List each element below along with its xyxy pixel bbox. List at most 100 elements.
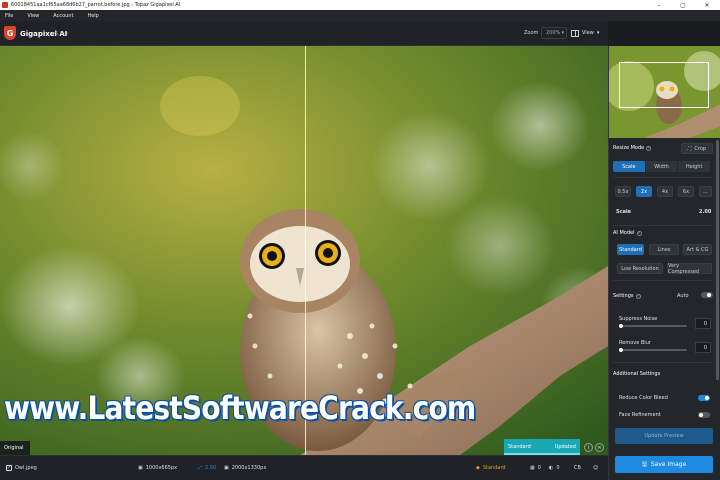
noise-count: ▦ 0 bbox=[530, 465, 541, 471]
reduce-color-bleed-label: Reduce Color Bleed bbox=[619, 395, 668, 401]
info-icon[interactable]: i bbox=[584, 443, 593, 452]
additional-settings-title: Additional Settings bbox=[613, 371, 661, 377]
model-low-resolution[interactable]: Low Resolution bbox=[617, 263, 663, 274]
face-icon: ☺ bbox=[593, 465, 599, 471]
close-circle-icon[interactable]: ✕ bbox=[595, 443, 604, 452]
model-standard[interactable]: Standard bbox=[617, 244, 644, 255]
cb-text: CB bbox=[574, 465, 581, 471]
scale-4x[interactable]: 4x bbox=[657, 186, 673, 197]
model-text: Standard bbox=[482, 465, 506, 471]
scale-label: Scale bbox=[616, 209, 632, 215]
scale-value[interactable]: 2.00 bbox=[699, 209, 711, 215]
compare-right-label: Updated bbox=[554, 444, 576, 450]
split-view-icon bbox=[571, 29, 579, 37]
suppress-noise-slider[interactable] bbox=[619, 324, 687, 328]
update-preview-button[interactable]: Update Preview bbox=[615, 428, 713, 444]
divider bbox=[613, 280, 711, 281]
model-lines[interactable]: Lines bbox=[649, 244, 679, 255]
resize-tabs: Scale Width Height bbox=[613, 161, 711, 172]
remove-blur-label: Remove Blur bbox=[619, 340, 651, 346]
resize-mode-label: Resize Mode bbox=[613, 145, 645, 151]
ai-model-title: AI Model ? bbox=[613, 230, 642, 236]
expand-icon: ⤢ bbox=[198, 465, 203, 471]
output-size: ▣ 2000x1330px bbox=[224, 465, 266, 471]
model-indicator: ◆ Standard bbox=[476, 465, 506, 471]
count-b-text: 0 bbox=[556, 465, 560, 471]
scale-2x[interactable]: 2x bbox=[636, 186, 652, 197]
watermark-text: www.LatestSoftwareCrack.com bbox=[4, 389, 476, 427]
chevron-down-icon: ▾ bbox=[561, 30, 564, 36]
file-name: Owl.jpeg bbox=[15, 465, 37, 471]
save-image-label: Save Image bbox=[650, 461, 687, 468]
menu-file[interactable]: File bbox=[5, 13, 13, 19]
zoom-label: Zoom bbox=[524, 30, 539, 36]
navigator-thumbnail[interactable] bbox=[609, 46, 720, 138]
scale-text: 2.00 bbox=[205, 465, 217, 471]
window-title: 60018451aa1cf65aa68d6b27_parrot.before.j… bbox=[11, 2, 181, 8]
checkbox-icon[interactable]: ✓ bbox=[6, 465, 12, 471]
sidebar-scrollbar[interactable] bbox=[716, 140, 719, 380]
compare-panel[interactable]: Standard Updated bbox=[504, 439, 580, 455]
noise-icon: ▦ bbox=[530, 465, 535, 471]
input-size: ▣ 1000x665px bbox=[138, 465, 177, 471]
tab-scale[interactable]: Scale bbox=[613, 161, 646, 172]
original-label: Original bbox=[0, 441, 30, 455]
face-refinement-toggle[interactable] bbox=[698, 412, 710, 418]
app-small-icon bbox=[2, 2, 8, 8]
menu-view[interactable]: View bbox=[27, 13, 39, 19]
tab-height[interactable]: Height bbox=[678, 161, 711, 172]
image-canvas[interactable]: www.LatestSoftwareCrack.com Original Sta… bbox=[0, 46, 608, 455]
minimize-button[interactable]: – bbox=[650, 0, 668, 10]
help-icon[interactable]: ? bbox=[646, 145, 652, 151]
image-icon: ▣ bbox=[224, 465, 229, 471]
remove-blur-slider[interactable] bbox=[619, 348, 687, 352]
image-icon: ▣ bbox=[138, 465, 143, 471]
ai-model-label: AI Model bbox=[613, 230, 635, 236]
auto-label: Auto bbox=[677, 293, 689, 299]
model-very-compressed[interactable]: Very Compressed bbox=[667, 263, 712, 275]
file-row[interactable]: ✓ Owl.jpeg bbox=[6, 465, 37, 471]
blur-count: ◐ 0 bbox=[549, 465, 560, 471]
tab-width[interactable]: Width bbox=[645, 161, 679, 172]
viewport-frame[interactable] bbox=[619, 62, 709, 108]
save-image-button[interactable]: 🖫 Save Image bbox=[615, 456, 713, 473]
crop-label: Crop bbox=[694, 145, 707, 152]
reduce-color-bleed-toggle[interactable] bbox=[698, 395, 710, 401]
settings-sidebar: Resize Mode ? ⛶ Crop Scale Width Height … bbox=[608, 46, 720, 480]
app-version: v5.7.0 bbox=[52, 31, 68, 37]
settings-label: Settings bbox=[613, 293, 634, 299]
output-size-text: 2000x1330px bbox=[231, 465, 267, 471]
model-art-cg[interactable]: Art & CG bbox=[683, 244, 712, 255]
menu-bar: File View Account Help bbox=[0, 10, 720, 21]
menu-help[interactable]: Help bbox=[87, 13, 98, 19]
divider bbox=[613, 177, 711, 178]
model-icon: ◆ bbox=[476, 465, 480, 471]
scale-6x[interactable]: 6x bbox=[678, 186, 694, 197]
maximize-button[interactable]: ▢ bbox=[674, 0, 692, 10]
compare-left-label: Standard bbox=[508, 444, 531, 450]
menu-account[interactable]: Account bbox=[53, 13, 73, 19]
chevron-down-icon: ▾ bbox=[596, 30, 600, 36]
window-titlebar: 60018451aa1cf65aa68d6b27_parrot.before.j… bbox=[0, 0, 720, 10]
crop-button[interactable]: ⛶ Crop bbox=[681, 143, 713, 154]
help-icon[interactable]: ? bbox=[636, 230, 642, 236]
suppress-noise-value[interactable]: 0 bbox=[695, 318, 711, 329]
app-header: G Gigapixel AI v5.7.0 Zoom 200% ▾ View ▾ bbox=[0, 21, 608, 46]
view-button[interactable]: View ▾ bbox=[571, 27, 606, 39]
count-a-text: 0 bbox=[537, 465, 541, 471]
scale-more[interactable]: ... bbox=[699, 186, 712, 197]
zoom-value: 200% bbox=[546, 30, 561, 36]
suppress-noise-label: Suppress Noise bbox=[619, 316, 658, 322]
scale-0-5x[interactable]: 0.5x bbox=[615, 186, 631, 197]
remove-blur-value[interactable]: 0 bbox=[695, 342, 711, 353]
close-button[interactable]: ✕ bbox=[698, 0, 716, 10]
scale-indicator: ⤢ 2.00 bbox=[198, 465, 216, 471]
help-icon[interactable]: ? bbox=[635, 293, 641, 299]
zoom-select[interactable]: 200% ▾ bbox=[541, 27, 567, 39]
face-refinement-label: Face Refinement bbox=[619, 412, 661, 418]
divider bbox=[613, 362, 711, 363]
save-icon: 🖫 bbox=[641, 460, 647, 468]
input-size-text: 1000x665px bbox=[145, 465, 178, 471]
auto-toggle[interactable] bbox=[701, 292, 713, 298]
crop-icon: ⛶ bbox=[687, 145, 692, 152]
